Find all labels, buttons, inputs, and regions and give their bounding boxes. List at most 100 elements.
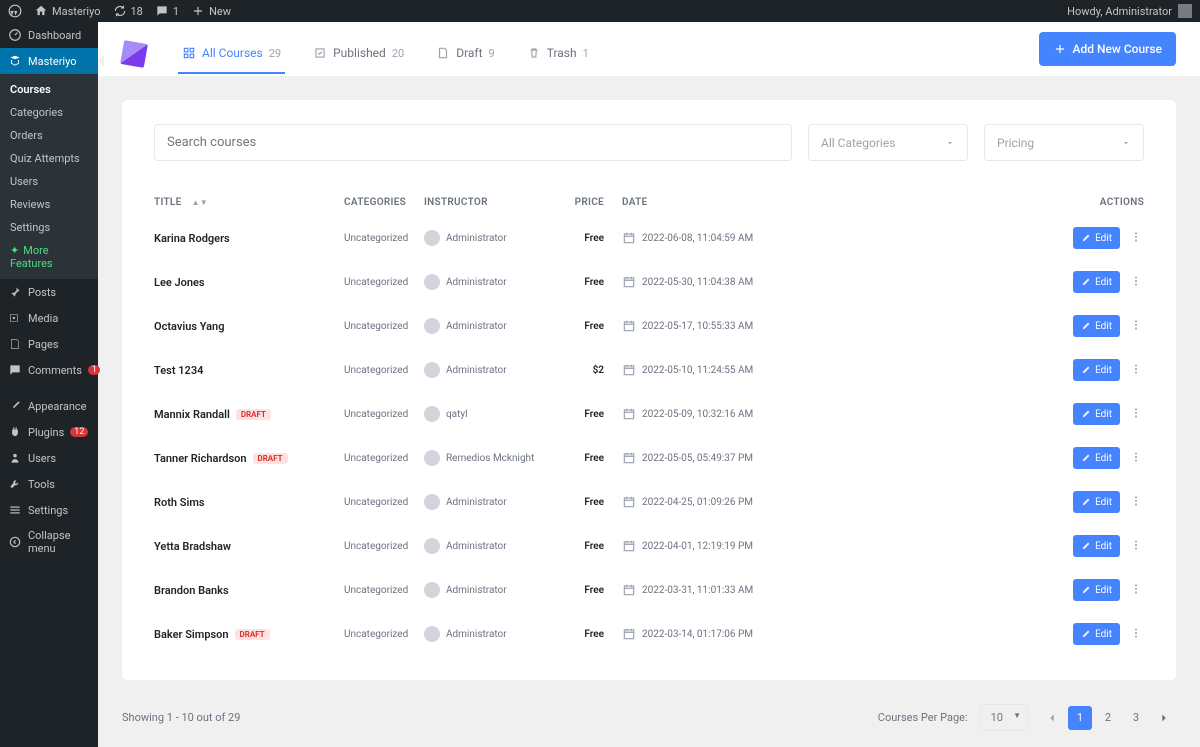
updates-link[interactable]: 18 xyxy=(113,4,143,18)
topbar-right: Howdy, Administrator xyxy=(1067,4,1192,18)
sidebar-item-media[interactable]: Media xyxy=(0,305,98,331)
table-row: Baker Simpson DRAFT Uncategorized Admini… xyxy=(154,612,1144,656)
cell-title[interactable]: Lee Jones xyxy=(154,276,344,289)
sub-item-reviews[interactable]: Reviews xyxy=(0,193,98,216)
sidebar-item-dashboard[interactable]: Dashboard xyxy=(0,22,98,48)
sub-item-quiz-attempts[interactable]: Quiz Attempts xyxy=(0,147,98,170)
cell-title[interactable]: Brandon Banks xyxy=(154,584,344,597)
edit-button[interactable]: Edit xyxy=(1073,359,1120,381)
media-icon xyxy=(8,311,22,325)
more-actions-button[interactable] xyxy=(1128,361,1144,380)
edit-button[interactable]: Edit xyxy=(1073,403,1120,425)
wp-logo[interactable] xyxy=(8,4,22,18)
page-3[interactable]: 3 xyxy=(1124,706,1148,730)
cell-category[interactable]: Uncategorized xyxy=(344,497,424,508)
add-new-course-button[interactable]: Add New Course xyxy=(1039,32,1176,66)
categories-dropdown[interactable]: All Categories xyxy=(808,124,968,161)
cell-title[interactable]: Roth Sims xyxy=(154,496,344,509)
cell-date: 2022-05-10, 11:24:55 AM xyxy=(604,363,824,377)
page-2[interactable]: 2 xyxy=(1096,706,1120,730)
cell-category[interactable]: Uncategorized xyxy=(344,365,424,376)
sidebar-item-plugins[interactable]: Plugins 12 xyxy=(0,419,98,445)
edit-button[interactable]: Edit xyxy=(1073,491,1120,513)
user-avatar[interactable] xyxy=(1178,4,1192,18)
table-row: Yetta Bradshaw Uncategorized Administrat… xyxy=(154,524,1144,568)
edit-button[interactable]: Edit xyxy=(1073,579,1120,601)
more-actions-button[interactable] xyxy=(1128,229,1144,248)
edit-button[interactable]: Edit xyxy=(1073,447,1120,469)
cell-category[interactable]: Uncategorized xyxy=(344,541,424,552)
sidebar-item-settings[interactable]: Settings xyxy=(0,497,98,523)
cell-category[interactable]: Uncategorized xyxy=(344,453,424,464)
cell-category[interactable]: Uncategorized xyxy=(344,585,424,596)
pricing-dropdown[interactable]: Pricing xyxy=(984,124,1144,161)
site-name-link[interactable]: Masteriyo xyxy=(34,4,101,18)
tab-draft[interactable]: Draft 9 xyxy=(432,34,499,74)
cell-title[interactable]: Octavius Yang xyxy=(154,320,344,333)
edit-button[interactable]: Edit xyxy=(1073,535,1120,557)
sub-item-orders[interactable]: Orders xyxy=(0,124,98,147)
cell-instructor: Administrator xyxy=(424,362,564,378)
sidebar-item-tools[interactable]: Tools xyxy=(0,471,98,497)
edit-button[interactable]: Edit xyxy=(1073,271,1120,293)
more-actions-button[interactable] xyxy=(1128,449,1144,468)
edit-button[interactable]: Edit xyxy=(1073,315,1120,337)
header-actions: ACTIONS xyxy=(824,197,1144,208)
tab-label: Trash xyxy=(547,46,577,60)
sub-item-courses[interactable]: Courses xyxy=(0,78,98,101)
header-title[interactable]: TITLE▲▼ xyxy=(154,197,344,208)
sidebar-item-users[interactable]: Users xyxy=(0,445,98,471)
more-actions-button[interactable] xyxy=(1128,537,1144,556)
cell-date: 2022-03-31, 11:01:33 AM xyxy=(604,583,824,597)
per-page-select[interactable]: 10 ▼ xyxy=(980,704,1028,731)
sidebar-item-posts[interactable]: Posts xyxy=(0,279,98,305)
new-link[interactable]: New xyxy=(191,4,231,18)
sidebar-item-comments[interactable]: Comments 1 xyxy=(0,357,98,383)
page-prev[interactable] xyxy=(1040,706,1064,730)
tab-all-courses[interactable]: All Courses 29 xyxy=(178,34,285,74)
more-actions-button[interactable] xyxy=(1128,273,1144,292)
chevron-down-icon: ▼ xyxy=(1013,711,1021,720)
page-1[interactable]: 1 xyxy=(1068,706,1092,730)
more-actions-button[interactable] xyxy=(1128,405,1144,424)
more-actions-button[interactable] xyxy=(1128,625,1144,644)
more-actions-button[interactable] xyxy=(1128,581,1144,600)
sub-item-settings[interactable]: Settings xyxy=(0,216,98,239)
sidebar-item-collapse[interactable]: Collapse menu xyxy=(0,523,98,561)
cell-title[interactable]: Yetta Bradshaw xyxy=(154,540,344,553)
tab-trash[interactable]: Trash 1 xyxy=(523,34,593,74)
sub-item-more-features[interactable]: ✦More Features xyxy=(0,239,98,275)
cell-title[interactable]: Baker Simpson DRAFT xyxy=(154,628,344,641)
cell-price: Free xyxy=(564,277,604,288)
more-actions-button[interactable] xyxy=(1128,493,1144,512)
comments-link[interactable]: 1 xyxy=(155,4,179,18)
howdy-link[interactable]: Howdy, Administrator xyxy=(1067,5,1172,18)
sub-item-users[interactable]: Users xyxy=(0,170,98,193)
pagination: 1 2 3 xyxy=(1040,706,1176,730)
cell-actions: Edit xyxy=(824,227,1144,249)
cell-title[interactable]: Test 1234 xyxy=(154,364,344,377)
tab-published[interactable]: Published 20 xyxy=(309,34,408,74)
showing-text: Showing 1 - 10 out of 29 xyxy=(122,711,240,724)
cell-category[interactable]: Uncategorized xyxy=(344,629,424,640)
more-actions-button[interactable] xyxy=(1128,317,1144,336)
cell-title[interactable]: Mannix Randall DRAFT xyxy=(154,408,344,421)
cell-title[interactable]: Karina Rodgers xyxy=(154,232,344,245)
sidebar-item-appearance[interactable]: Appearance xyxy=(0,393,98,419)
search-input[interactable] xyxy=(154,124,792,161)
cell-title[interactable]: Tanner Richardson DRAFT xyxy=(154,452,344,465)
cell-category[interactable]: Uncategorized xyxy=(344,409,424,420)
pin-icon xyxy=(8,285,22,299)
calendar-icon xyxy=(622,363,636,377)
instructor-avatar xyxy=(424,450,440,466)
edit-button[interactable]: Edit xyxy=(1073,227,1120,249)
page-next[interactable] xyxy=(1152,706,1176,730)
cell-category[interactable]: Uncategorized xyxy=(344,233,424,244)
sidebar-item-pages[interactable]: Pages xyxy=(0,331,98,357)
sidebar-item-masteriyo[interactable]: Masteriyo xyxy=(0,48,98,74)
wordpress-icon xyxy=(8,4,22,18)
edit-button[interactable]: Edit xyxy=(1073,623,1120,645)
cell-category[interactable]: Uncategorized xyxy=(344,277,424,288)
sub-item-categories[interactable]: Categories xyxy=(0,101,98,124)
cell-category[interactable]: Uncategorized xyxy=(344,321,424,332)
